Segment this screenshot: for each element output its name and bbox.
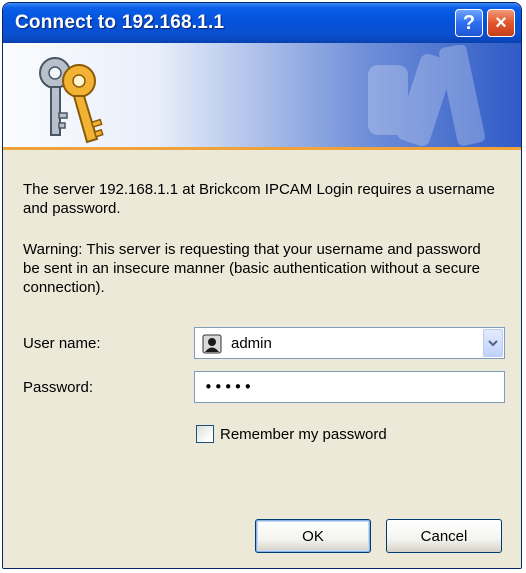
help-button[interactable]: ? xyxy=(455,9,483,37)
dialog-banner xyxy=(3,43,521,150)
chevron-down-icon xyxy=(488,340,498,347)
username-combobox[interactable]: admin xyxy=(194,327,505,359)
ok-button[interactable]: OK xyxy=(255,519,371,553)
close-button[interactable]: × xyxy=(487,9,515,37)
keys-icon xyxy=(39,57,104,144)
login-dialog: Connect to 192.168.1.1 ? × The server 19… xyxy=(2,2,522,569)
username-dropdown-button[interactable] xyxy=(483,329,503,357)
watermark-key-icon xyxy=(368,45,485,146)
cancel-button[interactable]: Cancel xyxy=(386,519,502,553)
security-warning: Warning: This server is requesting that … xyxy=(23,241,481,296)
auth-message: The server 192.168.1.1 at Brickcom IPCAM… xyxy=(23,181,495,217)
remember-password-checkbox[interactable] xyxy=(196,425,214,443)
title-bar[interactable]: Connect to 192.168.1.1 ? × xyxy=(3,3,521,43)
remember-password-option[interactable]: Remember my password xyxy=(196,425,387,443)
password-label: Password: xyxy=(23,379,94,396)
user-icon xyxy=(202,334,222,354)
dialog-title: Connect to 192.168.1.1 xyxy=(15,12,225,33)
username-label: User name: xyxy=(23,335,101,352)
remember-password-label[interactable]: Remember my password xyxy=(220,426,387,443)
password-field[interactable] xyxy=(194,371,505,403)
dialog-content: The server 192.168.1.1 at Brickcom IPCAM… xyxy=(3,150,521,568)
username-value: admin xyxy=(231,335,272,352)
